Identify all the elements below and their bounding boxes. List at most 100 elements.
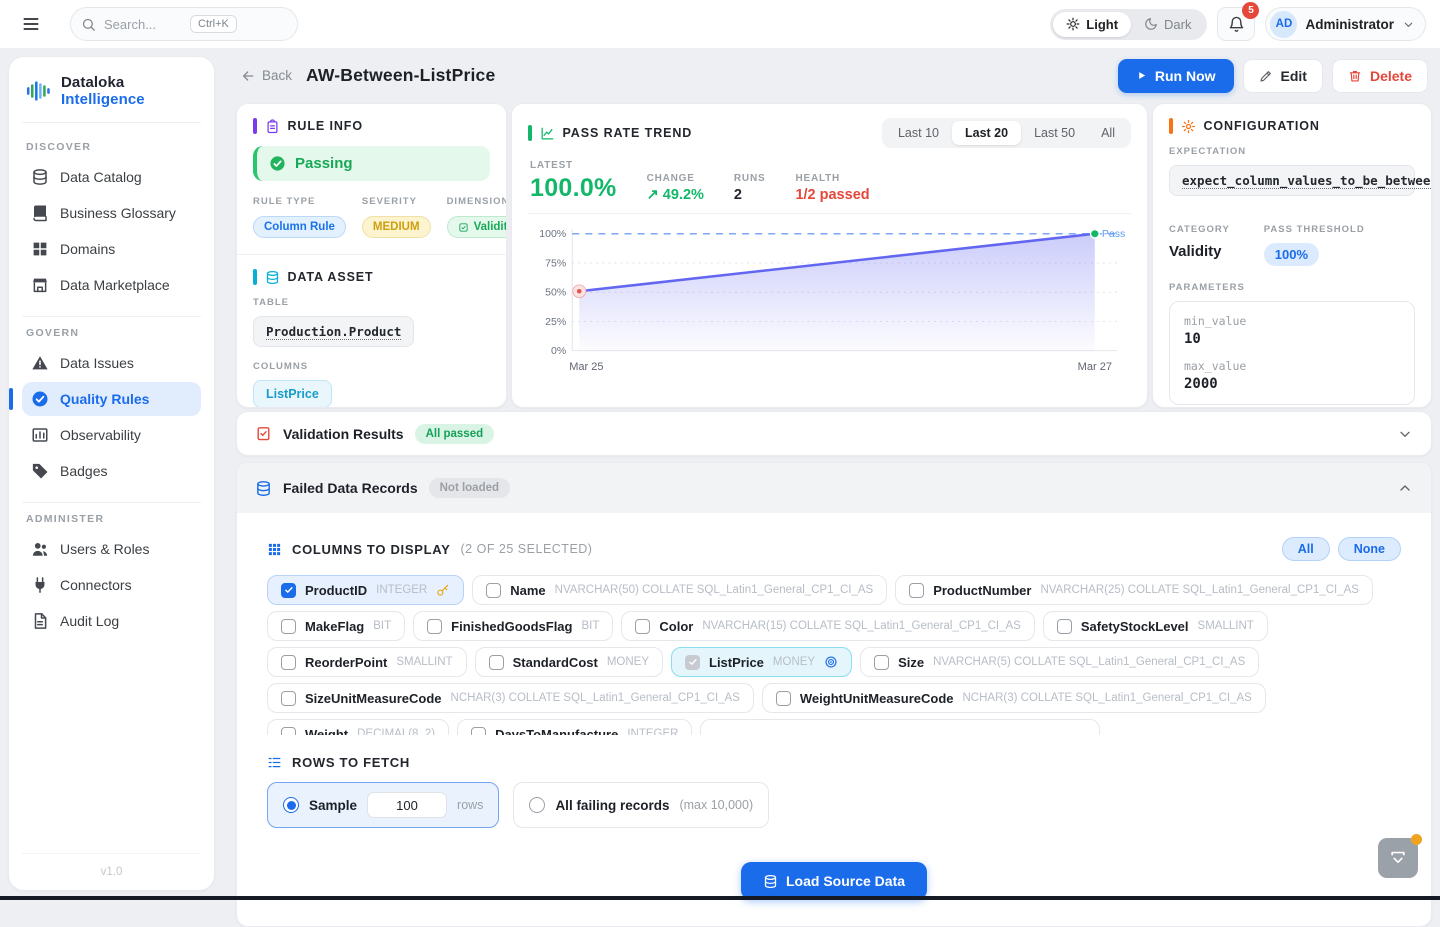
store-icon — [31, 276, 49, 294]
pass-rate-chart-svg: 0%25%50%75%100%PassMar 25Mar 27 — [528, 224, 1131, 376]
sidebar-item-connectors[interactable]: Connectors — [22, 568, 201, 602]
sidebar-item-observability[interactable]: Observability — [22, 418, 201, 452]
list-icon — [267, 755, 282, 770]
expectation-chip: expect_column_values_to_be_between — [1169, 165, 1415, 196]
user-menu[interactable]: AD Administrator — [1265, 7, 1426, 41]
checkbox-makeflag[interactable] — [281, 619, 296, 634]
pass-rate-trend-card: PASS RATE TREND Last 10Last 20Last 50All… — [511, 103, 1148, 408]
edit-button[interactable]: Edit — [1243, 59, 1323, 93]
search-input[interactable] — [104, 17, 182, 32]
notifications-button[interactable]: 5 — [1217, 7, 1255, 41]
checkbox-standardcost[interactable] — [489, 655, 504, 670]
checkbox-sizeunitmeasurecode[interactable] — [281, 691, 296, 706]
load-source-data-button[interactable]: Load Source Data — [741, 862, 927, 900]
checkbox-color[interactable] — [635, 619, 650, 634]
trend-stat-health: HEALTH1/2 passed — [795, 173, 869, 203]
checkbox-daystomanufacture[interactable] — [471, 727, 486, 736]
sample-option[interactable]: Sample rows — [267, 782, 499, 828]
trash-icon — [1348, 69, 1362, 83]
trend-up-arrow-icon: ↗ — [647, 187, 663, 203]
trend-tab-last-10[interactable]: Last 10 — [885, 121, 952, 145]
checkbox-reorderpoint[interactable] — [281, 655, 296, 670]
config-accent — [1169, 118, 1173, 134]
sidebar-item-label: Quality Rules — [60, 391, 149, 407]
column-pill-productid[interactable]: ProductIDINTEGER — [267, 575, 464, 605]
all-failing-option[interactable]: All failing records (max 10,000) — [513, 782, 769, 828]
theme-light-button[interactable]: Light — [1053, 12, 1131, 37]
column-pills: ProductIDINTEGER NameNVARCHAR(50) COLLATE… — [267, 575, 1401, 735]
all-failing-radio[interactable] — [529, 797, 545, 813]
sidebar: Dataloka Intelligence DISCOVERData Catal… — [8, 56, 215, 891]
column-type: BIT — [373, 620, 391, 632]
sidebar-item-badges[interactable]: Badges — [22, 454, 201, 488]
chevron-up-icon[interactable] — [1397, 480, 1413, 496]
global-search[interactable]: Ctrl+K — [70, 7, 298, 41]
notification-dot — [1411, 834, 1422, 845]
scroll-bottom-icon — [1388, 848, 1408, 868]
column-chip-listprice[interactable]: ListPrice — [253, 380, 332, 408]
column-pill-sizeunitmeasurecode[interactable]: SizeUnitMeasureCodeNCHAR(3) COLLATE SQL_… — [267, 683, 754, 713]
delete-button[interactable]: Delete — [1332, 59, 1428, 93]
column-pill-color[interactable]: ColorNVARCHAR(15) COLLATE SQL_Latin1_Gen… — [621, 611, 1034, 641]
column-pill-weight[interactable]: WeightDECIMAL(8, 2) — [267, 719, 449, 735]
scroll-to-bottom-button[interactable] — [1378, 838, 1418, 878]
menu-icon — [21, 14, 41, 34]
sidebar-item-audit-log[interactable]: Audit Log — [22, 604, 201, 638]
checkbox-listprice[interactable] — [685, 655, 700, 670]
sidebar-item-data-catalog[interactable]: Data Catalog — [22, 160, 201, 194]
sidebar-item-users-roles[interactable]: Users & Roles — [22, 532, 201, 566]
sample-radio[interactable] — [283, 797, 299, 813]
checkbox-finishedgoodsflag[interactable] — [427, 619, 442, 634]
select-all-button[interactable]: All — [1282, 537, 1330, 561]
column-pill-makeflag[interactable]: MakeFlagBIT — [267, 611, 405, 641]
trend-tab-last-20[interactable]: Last 20 — [952, 121, 1021, 145]
trend-tab-last-50[interactable]: Last 50 — [1021, 121, 1088, 145]
checkbox-weight[interactable] — [281, 727, 296, 736]
column-pill-listprice[interactable]: ListPriceMONEY — [671, 647, 852, 677]
checkbox-safetystocklevel[interactable] — [1057, 619, 1072, 634]
topbar-right: Light Dark 5 AD Administrator — [1050, 7, 1426, 41]
columns-to-display-header: COLUMNS TO DISPLAY (2 OF 25 SELECTED) Al… — [267, 537, 1401, 561]
checkbox-productnumber[interactable] — [909, 583, 924, 598]
menu-button[interactable] — [14, 7, 48, 41]
column-pill-size[interactable]: SizeNVARCHAR(5) COLLATE SQL_Latin1_Gener… — [860, 647, 1259, 677]
column-pill-reorderpoint[interactable]: ReorderPointSMALLINT — [267, 647, 467, 677]
column-pill-standardcost[interactable]: StandardCostMONEY — [475, 647, 663, 677]
rule-field-value-badge: Column Rule — [253, 216, 346, 238]
table-name-chip[interactable]: Production.Product — [253, 316, 414, 347]
trend-accent — [528, 125, 532, 141]
rule-field-label: SEVERITY — [362, 196, 431, 207]
sidebar-item-quality-rules[interactable]: Quality Rules — [22, 382, 201, 416]
checkbox-productid[interactable] — [281, 583, 296, 598]
trend-stat-runs: RUNS2 — [734, 173, 766, 203]
checkbox-name[interactable] — [486, 583, 501, 598]
sample-rows-input[interactable] — [367, 792, 447, 818]
sidebar-item-business-glossary[interactable]: Business Glossary — [22, 196, 201, 230]
column-type: NCHAR(3) COLLATE SQL_Latin1_General_CP1_… — [451, 692, 740, 704]
stat-label: LATEST — [530, 160, 617, 171]
select-none-button[interactable]: None — [1338, 537, 1401, 561]
column-pill-name[interactable]: NameNVARCHAR(50) COLLATE SQL_Latin1_Gene… — [472, 575, 887, 605]
sidebar-item-data-marketplace[interactable]: Data Marketplace — [22, 268, 201, 302]
validation-results-accordion[interactable]: Validation Results All passed — [236, 411, 1432, 456]
sidebar-item-domains[interactable]: Domains — [22, 232, 201, 266]
check-circle-icon — [269, 155, 286, 172]
failed-records-header[interactable]: Failed Data Records Not loaded — [237, 463, 1431, 513]
run-now-button[interactable]: Run Now — [1118, 59, 1234, 93]
chevron-down-icon[interactable] — [1397, 426, 1413, 442]
back-button[interactable]: Back — [240, 68, 292, 84]
column-pill-daystomanufacture[interactable]: DaysToManufactureINTEGER — [457, 719, 692, 735]
column-pill-clipped[interactable] — [700, 719, 1100, 735]
checkbox-weightunitmeasurecode[interactable] — [776, 691, 791, 706]
column-pill-safetystocklevel[interactable]: SafetyStockLevelSMALLINT — [1043, 611, 1268, 641]
line-chart-icon — [540, 126, 555, 141]
theme-dark-button[interactable]: Dark — [1131, 12, 1204, 37]
sidebar-item-data-issues[interactable]: Data Issues — [22, 346, 201, 380]
stat-label: HEALTH — [795, 173, 869, 184]
column-pill-weightunitmeasurecode[interactable]: WeightUnitMeasureCodeNCHAR(3) COLLATE SQ… — [762, 683, 1266, 713]
moon-icon — [1144, 17, 1158, 31]
trend-tab-all[interactable]: All — [1088, 121, 1128, 145]
column-pill-productnumber[interactable]: ProductNumberNVARCHAR(25) COLLATE SQL_La… — [895, 575, 1373, 605]
checkbox-size[interactable] — [874, 655, 889, 670]
column-pill-finishedgoodsflag[interactable]: FinishedGoodsFlagBIT — [413, 611, 613, 641]
